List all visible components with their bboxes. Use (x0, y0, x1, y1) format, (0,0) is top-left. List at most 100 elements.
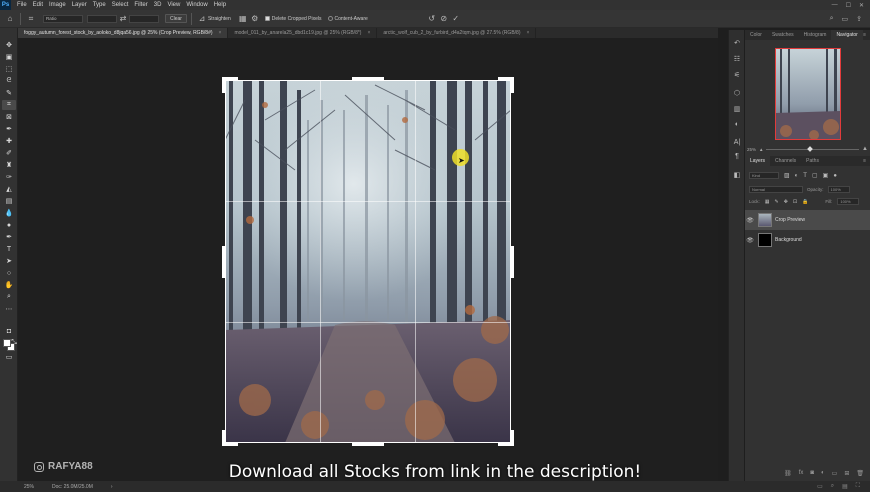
marquee-tool-icon[interactable]: ⬚ (2, 64, 16, 74)
move-tool-icon[interactable]: ✥ (2, 40, 16, 50)
crop-handle-top[interactable] (352, 77, 384, 80)
tab-histogram[interactable]: Histogram (799, 30, 832, 40)
height-input[interactable] (129, 14, 159, 23)
path-select-icon[interactable]: ➤ (2, 256, 16, 266)
adjustment-layer-icon[interactable]: ◐ (821, 470, 825, 477)
new-group-icon[interactable]: ▭ (832, 470, 838, 477)
panel-menu-icon[interactable]: ≡ (863, 32, 870, 38)
visibility-eye-icon[interactable]: 👁 (745, 237, 755, 244)
crop-handle-right[interactable] (511, 246, 514, 278)
menu-filter[interactable]: Filter (131, 0, 150, 10)
panel-icon[interactable]: ▤ (842, 483, 848, 490)
paragraph-icon[interactable]: ¶ (732, 152, 742, 161)
swap-colors-icon[interactable]: ⤡ (10, 338, 18, 348)
menu-type[interactable]: Type (90, 0, 109, 10)
pen-tool-icon[interactable]: ✒ (2, 232, 16, 242)
layer-row[interactable]: 👁 Background (745, 230, 870, 250)
hand-tool-icon[interactable]: ✋ (2, 280, 16, 290)
tab-swatches[interactable]: Swatches (767, 30, 799, 40)
lasso-tool-icon[interactable]: ᘓ (2, 76, 16, 86)
lock-position-icon[interactable]: ✥ (784, 199, 788, 205)
character-icon[interactable]: A| (732, 138, 742, 147)
layer-style-icon[interactable]: fx (799, 470, 804, 477)
dodge-tool-icon[interactable]: ● (2, 220, 16, 230)
history-icon[interactable]: ↶ (732, 38, 742, 47)
document-tab[interactable]: foggy_autumn_forest_stock_by_aoloko_d8jq… (18, 28, 229, 38)
frame-tool-icon[interactable]: ⊠ (2, 112, 16, 122)
crop-handle-top-left[interactable] (222, 77, 225, 93)
zoom-slider[interactable] (766, 145, 860, 152)
crop-handle-bottom-left[interactable] (222, 430, 225, 446)
tab-channels[interactable]: Channels (770, 156, 801, 166)
crop-handle-top-right[interactable] (511, 77, 514, 93)
fill-input[interactable]: 100% (837, 198, 860, 205)
gradient-tool-icon[interactable]: ▤ (2, 196, 16, 206)
tab-navigator[interactable]: Navigator (831, 30, 863, 40)
zoom-slider-thumb[interactable] (807, 145, 813, 152)
clone-stamp-icon[interactable]: ♜ (2, 160, 16, 170)
reset-icon[interactable]: ↺ (426, 13, 438, 25)
straighten-label[interactable]: Straighten (208, 16, 231, 22)
crop-handle-bottom-right[interactable] (511, 430, 514, 446)
filter-pixel-icon[interactable]: ▨ (784, 172, 790, 179)
layer-row[interactable]: 👁 Crop Preview (745, 210, 870, 230)
document-tab[interactable]: arctic_wolf_cub_2_by_furbird_d4a2tqm.jpg… (377, 28, 537, 38)
eraser-icon[interactable]: ◭ (2, 184, 16, 194)
width-input[interactable] (87, 14, 117, 23)
tab-paths[interactable]: Paths (801, 156, 824, 166)
panel-menu-icon[interactable]: ≡ (863, 158, 870, 164)
adjustments-icon[interactable]: ⚟ (732, 70, 742, 79)
tab-layers[interactable]: Layers (745, 156, 771, 166)
blend-mode-select[interactable]: Normal (749, 186, 803, 193)
close-icon[interactable]: ✕ (859, 2, 864, 9)
close-icon[interactable]: × (526, 30, 529, 36)
quick-select-icon[interactable]: ✎ (2, 88, 16, 98)
zoom-tool-icon[interactable]: ⌕ (2, 292, 16, 302)
blur-tool-icon[interactable]: 💧 (2, 208, 16, 218)
expand-icon[interactable]: ⛶ (856, 483, 860, 490)
workspace-icon[interactable]: ▭ (842, 15, 849, 23)
screen-icon[interactable]: ▭ (817, 483, 823, 490)
search-icon[interactable]: ⌕ (830, 15, 834, 23)
filter-type-icon[interactable]: T (803, 173, 807, 179)
menu-help[interactable]: Help (211, 0, 229, 10)
filter-smart-icon[interactable]: ▣ (823, 172, 829, 179)
filter-kind-select[interactable]: Kind (749, 172, 779, 179)
lock-all-icon[interactable]: 🔒 (802, 199, 808, 205)
zoom-value[interactable]: 25% (747, 147, 756, 152)
rectangle-tool-icon[interactable]: ○ (2, 268, 16, 278)
close-icon[interactable]: × (367, 30, 370, 36)
type-tool-icon[interactable]: T (2, 244, 16, 254)
overlay-grid-icon[interactable]: ▦ (237, 13, 249, 25)
zoom-out-icon[interactable]: ▲ (759, 147, 763, 152)
brush-tool-icon[interactable]: ✐ (2, 148, 16, 158)
filter-toggle-icon[interactable]: ● (833, 173, 837, 179)
content-aware-checkbox[interactable]: Content-Aware (327, 16, 368, 22)
swap-icon[interactable]: ⇄ (117, 13, 129, 25)
home-icon[interactable]: ⌂ (4, 13, 16, 25)
lock-pixels-icon[interactable]: ✎ (775, 199, 779, 205)
filter-shape-icon[interactable]: ▢ (812, 172, 818, 179)
visibility-eye-icon[interactable]: 👁 (745, 217, 755, 224)
eyedropper-icon[interactable]: ✒ (2, 124, 16, 134)
new-layer-icon[interactable]: ⊞ (844, 470, 849, 477)
healing-brush-icon[interactable]: ✚ (2, 136, 16, 146)
layer-comps-icon[interactable]: ◧ (732, 170, 742, 179)
menu-layer[interactable]: Layer (69, 0, 90, 10)
search-icon[interactable]: ⌕ (831, 483, 834, 490)
menu-file[interactable]: File (14, 0, 30, 10)
close-icon[interactable]: × (219, 30, 222, 36)
zoom-in-icon[interactable]: ▲ (862, 146, 868, 152)
maximize-icon[interactable]: ☐ (846, 2, 851, 9)
crop-preset-icon[interactable]: ⌗ (25, 13, 37, 25)
menu-view[interactable]: View (164, 0, 183, 10)
artboard-icon[interactable]: ▣ (2, 52, 16, 62)
menu-image[interactable]: Image (46, 0, 69, 10)
history-brush-icon[interactable]: ✑ (2, 172, 16, 182)
crop-handle-bottom[interactable] (352, 443, 384, 446)
menu-3d[interactable]: 3D (151, 0, 165, 10)
more-tools-icon[interactable]: ⋯ (2, 304, 16, 314)
filter-adjustment-icon[interactable]: ◐ (795, 173, 799, 179)
minimize-icon[interactable]: — (832, 2, 838, 9)
straighten-icon[interactable]: ⊿ (196, 13, 208, 25)
